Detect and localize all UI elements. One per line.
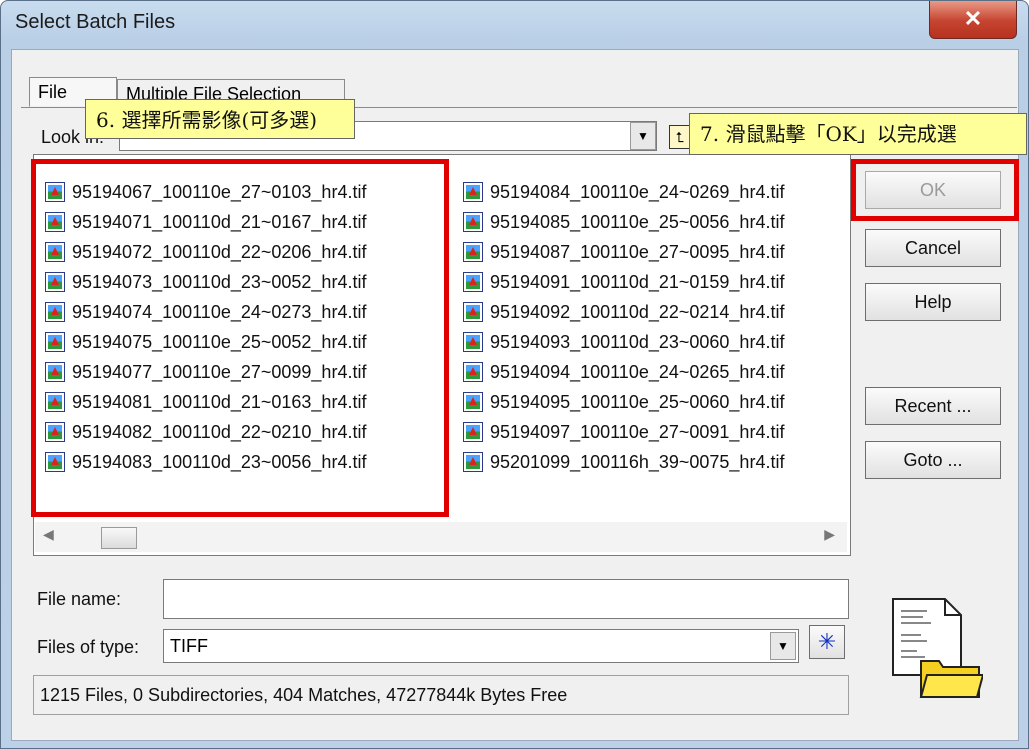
tif-image-icon [463, 272, 483, 292]
status-bar: 1215 Files, 0 Subdirectories, 404 Matche… [33, 675, 849, 715]
list-item[interactable]: 95194092_100110d_22~0214_hr4.tif [463, 299, 784, 325]
file-name-input[interactable] [163, 579, 849, 619]
scroll-left-arrow-icon[interactable]: ◀ [43, 526, 54, 543]
list-item[interactable]: 95201099_100116h_39~0075_hr4.tif [463, 449, 784, 475]
files-of-type-label: Files of type: [37, 637, 140, 657]
file-label: 95201099_100116h_39~0075_hr4.tif [490, 451, 785, 472]
cancel-button[interactable]: Cancel [865, 229, 1001, 267]
ok-button-highlight [851, 159, 1019, 221]
file-label: 95194094_100110e_24~0265_hr4.tif [490, 361, 785, 382]
files-of-type-select[interactable]: TIFF ▼ [163, 629, 799, 663]
tif-image-icon [463, 212, 483, 232]
step6-callout: 6. 選擇所需影像(可多選) [85, 99, 355, 139]
file-label: 95194091_100110d_21~0159_hr4.tif [490, 271, 785, 292]
step7-callout: 7. 滑鼠點擊「OK」以完成選 [689, 113, 1027, 155]
up-folder-icon[interactable]: ⮤ [669, 125, 691, 149]
files-of-type-value: TIFF [170, 636, 208, 656]
list-item[interactable]: 95194094_100110e_24~0265_hr4.tif [463, 359, 784, 385]
list-item[interactable]: 95194091_100110d_21~0159_hr4.tif [463, 269, 784, 295]
file-label: 95194093_100110d_23~0060_hr4.tif [490, 331, 785, 352]
file-label: 95194095_100110e_25~0060_hr4.tif [490, 391, 785, 412]
tif-image-icon [463, 242, 483, 262]
tif-image-icon [463, 332, 483, 352]
tif-image-icon [463, 182, 483, 202]
list-item[interactable]: 95194087_100110e_27~0095_hr4.tif [463, 239, 784, 265]
file-label: 95194085_100110e_25~0056_hr4.tif [490, 211, 785, 232]
list-item[interactable]: 95194084_100110e_24~0269_hr4.tif [463, 179, 784, 205]
goto-button[interactable]: Goto ... [865, 441, 1001, 479]
list-item[interactable]: 95194093_100110d_23~0060_hr4.tif [463, 329, 784, 355]
list-item[interactable]: 95194095_100110e_25~0060_hr4.tif [463, 389, 784, 415]
file-label: 95194092_100110d_22~0214_hr4.tif [490, 301, 785, 322]
document-folder-icon [892, 598, 983, 698]
scrollbar-thumb[interactable] [101, 527, 137, 549]
list-item[interactable]: 95194085_100110e_25~0056_hr4.tif [463, 209, 784, 235]
file-label: 95194087_100110e_27~0095_hr4.tif [490, 241, 785, 262]
recent-button[interactable]: Recent ... [865, 387, 1001, 425]
scroll-right-arrow-icon[interactable]: ▶ [824, 526, 835, 543]
help-button[interactable]: Help [865, 283, 1001, 321]
tif-image-icon [463, 452, 483, 472]
window-title: Select Batch Files [15, 11, 176, 33]
asterisk-filter-icon[interactable]: ✳ [809, 625, 845, 659]
horizontal-scrollbar[interactable]: ◀ ▶ [35, 522, 847, 552]
file-label: 95194084_100110e_24~0269_hr4.tif [490, 181, 785, 202]
tif-image-icon [463, 302, 483, 322]
tif-image-icon [463, 362, 483, 382]
dialog-window: Select Batch Files ✕ File Multiple File … [0, 0, 1029, 749]
file-selection-highlight [31, 159, 449, 517]
close-button[interactable]: ✕ [929, 1, 1017, 39]
file-name-label: File name: [37, 589, 122, 609]
look-in-dropdown-arrow-icon[interactable]: ▼ [630, 122, 656, 150]
tif-image-icon [463, 422, 483, 442]
list-item[interactable]: 95194097_100110e_27~0091_hr4.tif [463, 419, 784, 445]
file-label: 95194097_100110e_27~0091_hr4.tif [490, 421, 785, 442]
files-of-type-dropdown-arrow-icon[interactable]: ▼ [770, 632, 796, 660]
tif-image-icon [463, 392, 483, 412]
